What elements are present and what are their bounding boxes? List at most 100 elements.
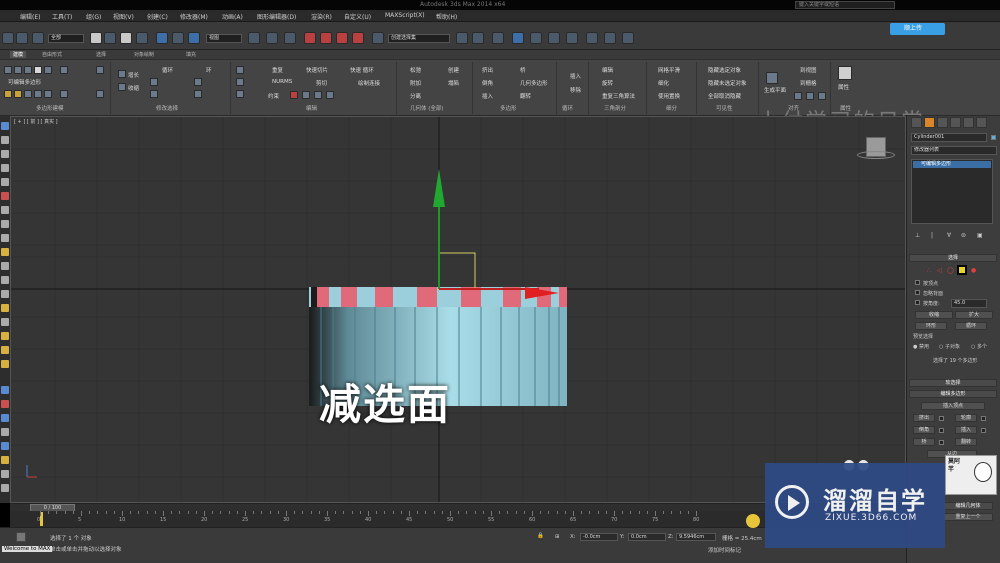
snap-3d-icon[interactable] <box>304 32 316 44</box>
viewport-front[interactable]: [ + ] [ 前 ] [ 真实 ] 减选面 ●● <box>10 116 906 503</box>
y-coord-field[interactable]: 0.0cm <box>628 533 666 541</box>
soft-selection-rollout-header[interactable]: 软选择 <box>909 379 997 387</box>
viewport-label[interactable]: [ + ] [ 前 ] [ 真实 ] <box>14 118 58 125</box>
modifier-stack-icon[interactable] <box>4 90 12 98</box>
swift-loop-icon[interactable] <box>236 90 244 98</box>
show-end-result-icon[interactable] <box>24 90 32 98</box>
retriangulate-button[interactable]: 重复三角算法 <box>602 92 635 100</box>
make-unique-icon[interactable]: ∀ <box>947 232 951 239</box>
modify-tab-icon[interactable] <box>924 117 935 128</box>
render-production-icon[interactable] <box>622 32 634 44</box>
element-subobj-icon[interactable]: ● <box>971 267 976 274</box>
polygon-mode-icon[interactable] <box>34 66 42 74</box>
cut-button[interactable]: 剪切 <box>316 79 327 87</box>
effects-icon[interactable] <box>1 428 9 436</box>
window-crossing-icon[interactable] <box>136 32 148 44</box>
by-vertex-checkbox[interactable] <box>915 280 920 285</box>
make-unique-icon[interactable] <box>34 90 42 98</box>
vertex-mode-icon[interactable] <box>4 66 12 74</box>
absolute-mode-icon[interactable]: ⊞ <box>555 534 560 540</box>
select-manipulate-icon[interactable] <box>266 32 278 44</box>
modifier-stack[interactable]: 可编辑多边形 <box>911 159 993 224</box>
constrain-none-icon[interactable] <box>290 91 298 99</box>
tab-modeling[interactable]: 建模 <box>10 51 27 58</box>
spacewarp-icon[interactable] <box>1 304 9 312</box>
tab-freeform[interactable]: 自由形式 <box>42 51 62 58</box>
editable-poly-label[interactable]: 可编辑多边形 <box>8 78 41 86</box>
utilities-tab-icon[interactable] <box>976 117 987 128</box>
properties-button[interactable]: 属性 <box>838 83 849 91</box>
preserve-uvs-icon[interactable] <box>96 66 104 74</box>
pin-stack-icon[interactable] <box>14 90 22 98</box>
stack-item-editable-poly[interactable]: 可编辑多边形 <box>913 161 991 168</box>
object-color-swatch[interactable] <box>991 135 996 140</box>
unhide-all-button[interactable]: 全部取消隐藏 <box>708 92 741 100</box>
menu-maxscript[interactable]: MAXScript(X) <box>385 12 425 19</box>
create-tab-icon[interactable] <box>911 117 922 128</box>
edit-named-selection-icon[interactable] <box>372 32 384 44</box>
paint-connect-button[interactable]: 绘制连接 <box>358 79 380 87</box>
tab-object-paint[interactable]: 对象绘制 <box>134 51 154 58</box>
undo-icon[interactable] <box>2 32 14 44</box>
mirror-icon[interactable] <box>456 32 468 44</box>
outline-settings-icon[interactable] <box>981 416 986 421</box>
remove-modifier-icon[interactable]: ⊜ <box>961 232 966 239</box>
constrain-face-icon[interactable] <box>314 91 322 99</box>
detach-button[interactable]: 分离 <box>410 92 421 100</box>
material-editor-icon[interactable] <box>566 32 578 44</box>
loop-button[interactable]: 循环 <box>162 66 173 74</box>
cameras-icon[interactable] <box>1 206 9 214</box>
viewcube-compass[interactable] <box>857 151 895 159</box>
bridge-button[interactable]: 桥 <box>913 438 935 446</box>
remove-loop-button[interactable]: 移除 <box>570 86 581 94</box>
shapes-icon[interactable] <box>1 262 9 270</box>
to-view-button[interactable]: 到视图 <box>800 66 817 74</box>
pivot-icon[interactable] <box>248 32 260 44</box>
filter-icon[interactable] <box>1 150 9 158</box>
options-icon[interactable] <box>1 484 9 492</box>
spinner-snap-icon[interactable] <box>352 32 364 44</box>
ring-mode-icon[interactable] <box>194 90 202 98</box>
hierarchy-icon[interactable] <box>1 178 9 186</box>
selection-filter-dropdown[interactable]: 全部 <box>48 34 84 43</box>
pin-stack-icon[interactable]: ⊥ <box>915 232 920 239</box>
inset-button[interactable]: 插入 <box>955 426 977 434</box>
bones-icon[interactable] <box>1 248 9 256</box>
flip-button[interactable]: 翻转 <box>520 92 531 100</box>
angle-snap-icon[interactable] <box>320 32 332 44</box>
script-listener-icon[interactable] <box>16 532 26 542</box>
x-coord-field[interactable]: -0.0cm <box>580 533 618 541</box>
reference-coord-dropdown[interactable]: 视图 <box>206 34 242 43</box>
xrefs-icon[interactable] <box>1 360 9 368</box>
schematic-view-icon[interactable] <box>548 32 560 44</box>
flip-button[interactable]: 翻转 <box>955 438 977 446</box>
select-tool-icon[interactable] <box>1 136 9 144</box>
extrude-button[interactable]: 挤出 <box>482 66 493 74</box>
collapse-icon[interactable] <box>60 66 68 74</box>
repeat-button[interactable]: 重复 <box>272 66 283 74</box>
curve-editor-icon[interactable] <box>530 32 542 44</box>
frozen-icon[interactable] <box>1 332 9 340</box>
menu-tools[interactable]: 工具(T) <box>52 12 72 21</box>
menu-help[interactable]: 帮助(H) <box>436 12 457 21</box>
scene-explorer-icon[interactable] <box>1 122 9 130</box>
shrink-button[interactable]: 收缩 <box>128 84 139 92</box>
by-angle-checkbox[interactable] <box>915 300 920 305</box>
edit-polygons-rollout-header[interactable]: 编辑多边形 <box>909 390 997 398</box>
loop-button[interactable]: 循环 <box>955 322 987 330</box>
loop-shift-icon[interactable] <box>150 78 158 86</box>
properties-icon[interactable] <box>838 66 852 80</box>
settings-icon[interactable] <box>1 470 9 478</box>
layer-manager-icon[interactable] <box>492 32 504 44</box>
ring-button[interactable]: 环形 <box>915 322 947 330</box>
select-object-icon[interactable] <box>90 32 102 44</box>
polygon-subobj-icon[interactable] <box>957 265 967 275</box>
scale-icon[interactable] <box>188 32 200 44</box>
tab-populate[interactable]: 填充 <box>186 51 196 58</box>
bridge-settings-icon[interactable] <box>939 440 944 445</box>
rendered-frame-icon[interactable] <box>604 32 616 44</box>
vertex-subobj-icon[interactable]: ∴ <box>927 267 931 274</box>
shrink-icon[interactable] <box>118 83 126 91</box>
menu-modifiers[interactable]: 修改器(M) <box>180 12 208 21</box>
menu-edit[interactable]: 编辑(E) <box>20 12 40 21</box>
